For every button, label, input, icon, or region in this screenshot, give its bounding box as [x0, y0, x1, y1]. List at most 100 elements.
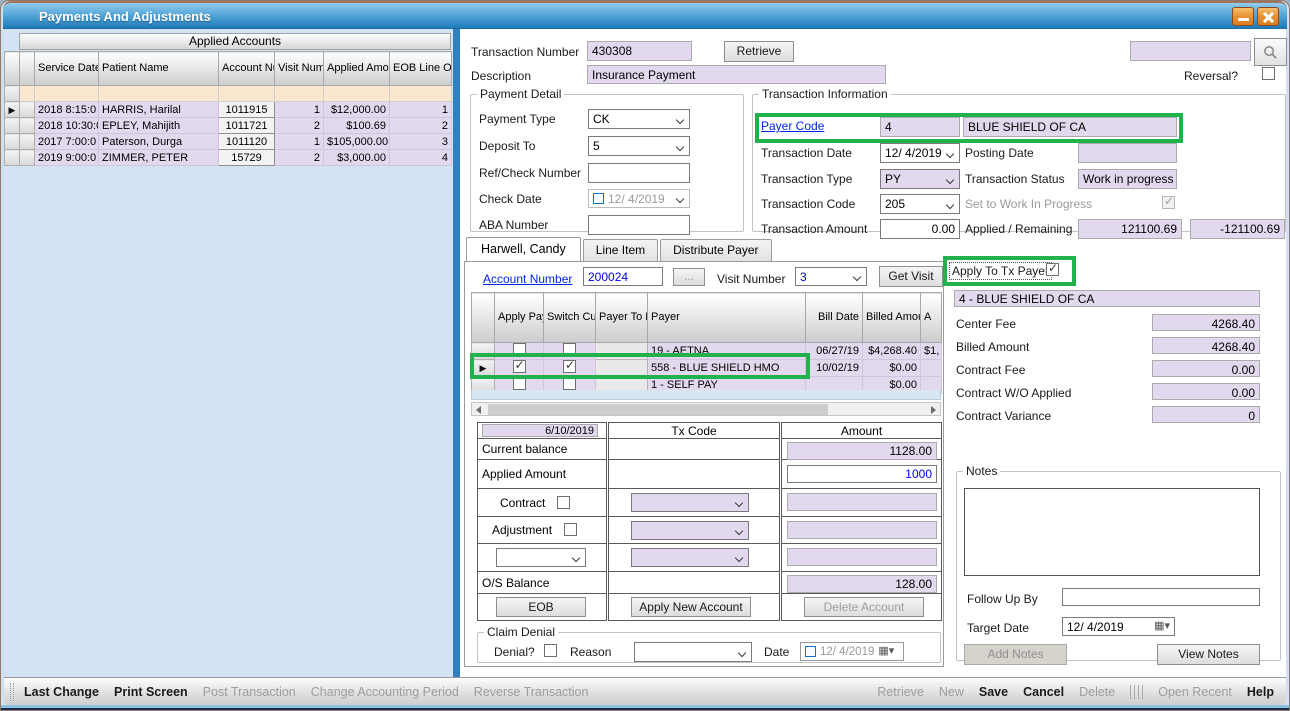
minimize-button[interactable] [1232, 7, 1254, 26]
transaction-amount-input[interactable]: 0.00 [880, 219, 960, 239]
eob-button[interactable]: EOB [496, 597, 586, 617]
payer-search-button[interactable] [1254, 38, 1287, 66]
check-date-checkbox[interactable] [593, 193, 604, 204]
apply-payment-checkbox[interactable] [513, 343, 526, 356]
follow-up-input[interactable] [1062, 588, 1260, 606]
denial-date-checkbox[interactable] [805, 646, 816, 657]
col-header-payer-to-bill[interactable]: Payer To Bill [596, 293, 648, 343]
tab-patient[interactable]: Harwell, Candy [466, 237, 581, 261]
retrieve-bottom-button[interactable]: Retrieve [877, 685, 924, 699]
extra-amount-field[interactable] [787, 548, 937, 566]
col-header-billed-amount[interactable]: Billed Amount [863, 293, 921, 343]
new-button[interactable]: New [939, 685, 964, 699]
save-button[interactable]: Save [979, 685, 1008, 699]
scroll-left-icon[interactable] [476, 406, 481, 414]
cell-visit-number[interactable]: 1 [275, 102, 324, 118]
check-date-picker[interactable]: 12/ 4/2019 [588, 189, 690, 208]
col-header-service-date[interactable]: Service Date [35, 52, 99, 86]
adjustment-checkbox[interactable] [564, 523, 577, 536]
col-header-switch[interactable]: Switch Current Payer [544, 293, 596, 343]
payer-cell[interactable]: 19 - AETNA [648, 343, 806, 360]
open-recent-button[interactable]: Open Recent [1158, 685, 1232, 699]
applied-amount-input[interactable]: 1000 [787, 465, 937, 483]
help-button[interactable]: Help [1247, 685, 1274, 699]
cancel-button[interactable]: Cancel [1023, 685, 1064, 699]
reason-select[interactable] [634, 642, 752, 662]
transaction-number-field[interactable]: 430308 [587, 41, 692, 61]
reverse-transaction-button[interactable]: Reverse Transaction [474, 685, 589, 699]
contract-code-select[interactable] [631, 493, 749, 512]
change-accounting-period-button[interactable]: Change Accounting Period [311, 685, 459, 699]
switch-payer-checkbox[interactable] [563, 377, 576, 390]
filter-row[interactable] [5, 86, 452, 102]
transaction-code-select[interactable]: 205 [880, 194, 960, 214]
cell-patient-name[interactable]: HARRIS, Harilal [99, 102, 219, 118]
last-change-button[interactable]: Last Change [24, 685, 99, 699]
apply-new-account-button[interactable]: Apply New Account [631, 597, 751, 617]
cell-applied-amount[interactable]: $12,000.00 [324, 102, 390, 118]
table-row[interactable]: 2019 9:00:0 ZIMMER, PETER 15729 2 $3,000… [5, 150, 452, 166]
payer-to-bill-cell[interactable] [596, 360, 648, 377]
payer-grid[interactable]: Apply Payment To Switch Current Payer Pa… [471, 292, 942, 394]
col-header-bill-date[interactable]: Bill Date [806, 293, 863, 343]
payer-row-selected[interactable]: ▶ 558 - BLUE SHIELD HMO 10/02/19 $0.00 [472, 360, 942, 377]
target-date-picker[interactable]: 12/ 4/2019 ▦▾ [1062, 617, 1175, 636]
col-header-patient-name[interactable]: Patient Name [99, 52, 219, 86]
col-header-apply[interactable]: Apply Payment To [495, 293, 544, 343]
denial-checkbox[interactable] [544, 644, 557, 657]
switch-payer-checkbox[interactable] [563, 360, 576, 373]
transaction-date-select[interactable]: 12/ 4/2019 [880, 143, 960, 163]
scrollbar-thumb[interactable] [488, 404, 828, 415]
payer-code-field[interactable]: 4 [880, 117, 960, 137]
payer-to-bill-cell[interactable] [596, 343, 648, 360]
close-button[interactable] [1257, 7, 1279, 26]
cell-eob-line-order[interactable]: 1 [390, 102, 452, 118]
retrieve-button[interactable]: Retrieve [724, 41, 794, 62]
extra-code-select[interactable] [631, 548, 749, 567]
contract-checkbox[interactable] [557, 496, 570, 509]
contract-amount-field[interactable] [787, 493, 937, 511]
col-header-eob-line-order[interactable]: EOB Line Order [390, 52, 452, 86]
col-header-applied-amount[interactable]: Applied Amount [324, 52, 390, 86]
extra-type-select[interactable] [496, 548, 586, 567]
table-row[interactable]: 2018 10:30:0 EPLEY, Mahijith 1011721 2 $… [5, 118, 452, 134]
get-visit-button[interactable]: Get Visit [879, 266, 943, 287]
payer-code-link[interactable]: Payer Code [761, 119, 824, 133]
add-notes-button[interactable]: Add Notes [964, 644, 1067, 665]
aba-input[interactable] [588, 215, 690, 235]
ref-check-input[interactable] [588, 163, 690, 183]
cell-account-number[interactable]: 1011915 [219, 102, 275, 118]
tab-distribute-payer[interactable]: Distribute Payer [660, 239, 771, 261]
adjustment-amount-field[interactable] [787, 521, 937, 539]
view-notes-button[interactable]: View Notes [1157, 644, 1260, 665]
description-field[interactable]: Insurance Payment [587, 65, 886, 84]
print-screen-button[interactable]: Print Screen [114, 685, 188, 699]
account-lookup-button[interactable]: ... [673, 268, 705, 286]
account-number-link[interactable]: Account Number [483, 272, 572, 286]
apply-payment-checkbox[interactable] [513, 377, 526, 390]
account-number-input[interactable]: 200024 [583, 267, 663, 286]
table-row[interactable]: ▶ 2018 8:15:0 HARRIS, Harilal 1011915 1 … [5, 102, 452, 118]
col-header-partial[interactable]: A [921, 293, 942, 343]
payment-type-select[interactable]: CK [588, 109, 690, 129]
apply-tx-payer-checkbox[interactable] [1046, 263, 1059, 276]
transaction-type-select[interactable]: PY [880, 169, 960, 189]
delete-account-button[interactable]: Delete Account [804, 597, 924, 617]
post-transaction-button[interactable]: Post Transaction [203, 685, 296, 699]
apply-payment-checkbox[interactable] [513, 360, 526, 373]
payer-cell[interactable]: 558 - BLUE SHIELD HMO [648, 360, 806, 377]
adjustment-code-select[interactable] [631, 521, 749, 540]
tab-line-item[interactable]: Line Item [583, 239, 658, 261]
col-header-visit-number[interactable]: Visit Number [275, 52, 324, 86]
denial-date-picker[interactable]: 12/ 4/2019 ▦▾ [800, 642, 904, 661]
notes-textarea[interactable] [964, 488, 1260, 576]
table-row[interactable]: 2017 7:00:0 Paterson, Durga 1011120 1 $1… [5, 134, 452, 150]
payer-grid-scrollbar[interactable] [471, 402, 941, 416]
title-bar[interactable]: Payments And Adjustments [3, 1, 1287, 29]
switch-payer-checkbox[interactable] [563, 343, 576, 356]
payer-search-field[interactable] [1130, 41, 1251, 61]
reversal-checkbox[interactable] [1262, 67, 1275, 80]
col-header-payer[interactable]: Payer [648, 293, 806, 343]
deposit-to-select[interactable]: 5 [588, 136, 690, 156]
cell-service-date[interactable]: 2018 8:15:0 [35, 102, 99, 118]
